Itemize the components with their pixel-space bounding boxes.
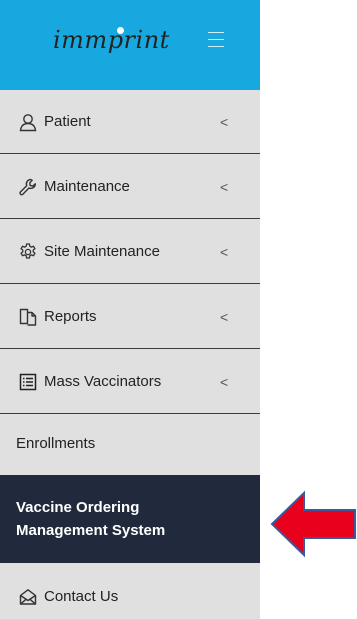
chevron-left-icon: < <box>220 373 229 390</box>
chevron-left-icon: < <box>220 113 229 130</box>
sidebar-item-enrollments[interactable]: Enrollments <box>0 415 260 471</box>
user-icon <box>18 112 38 132</box>
sidebar-item-vaccine-ordering[interactable]: Vaccine Ordering Management System <box>0 475 260 563</box>
sidebar-item-site-maintenance[interactable]: Site Maintenance < <box>0 220 260 284</box>
sidebar-item-patient[interactable]: Patient < <box>0 90 260 154</box>
sidebar-item-label-line2: Management System <box>16 522 166 539</box>
list-icon <box>18 372 38 392</box>
chevron-left-icon: < <box>220 243 229 260</box>
logo-dot-icon <box>117 27 124 34</box>
sidebar: immprint Patient < Maintenance < Site Ma… <box>0 0 260 619</box>
sidebar-item-label: Maintenance <box>44 178 130 195</box>
sidebar-item-reports[interactable]: Reports < <box>0 285 260 349</box>
chevron-left-icon: < <box>220 178 229 195</box>
sidebar-header: immprint <box>0 0 260 90</box>
sidebar-item-label: Patient <box>44 113 91 130</box>
sidebar-item-maintenance[interactable]: Maintenance < <box>0 155 260 219</box>
sidebar-item-label: Mass Vaccinators <box>44 373 162 390</box>
sidebar-item-label: Contact Us <box>44 588 119 605</box>
sidebar-item-label: Site Maintenance <box>44 243 160 260</box>
red-arrow-left-icon <box>270 490 356 558</box>
wrench-icon <box>18 177 38 197</box>
sidebar-item-label: Reports <box>44 308 97 325</box>
logo: immprint <box>53 26 170 54</box>
gear-icon <box>18 242 38 262</box>
sidebar-item-contact-us[interactable]: Contact Us <box>0 574 260 619</box>
chevron-left-icon: < <box>220 308 229 325</box>
sidebar-item-mass-vaccinators[interactable]: Mass Vaccinators < <box>0 350 260 414</box>
documents-icon <box>18 307 38 327</box>
envelope-open-icon <box>18 587 38 607</box>
hamburger-icon[interactable] <box>208 32 224 47</box>
sidebar-item-label: Enrollments <box>16 434 96 452</box>
sidebar-item-label-line1: Vaccine Ordering <box>16 499 140 516</box>
